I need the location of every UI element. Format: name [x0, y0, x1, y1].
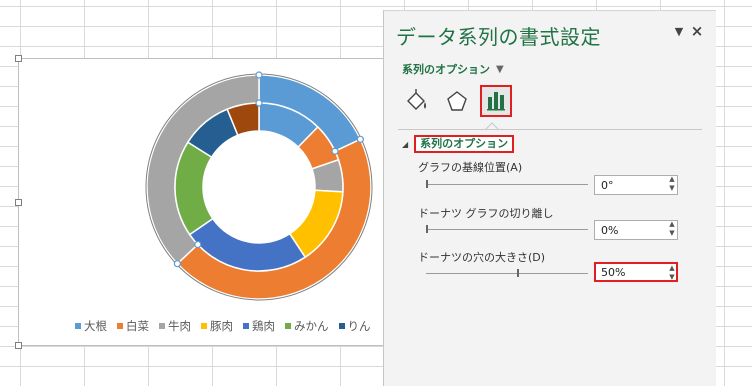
slice-selection-handle-0-1[interactable]: [255, 99, 263, 107]
slice-selection-handle-2-0[interactable]: [173, 260, 181, 268]
collapse-triangle-icon[interactable]: ◢: [402, 140, 408, 149]
donut-explosion-label: ドーナツ グラフの切り離し: [418, 207, 554, 220]
legend-swatch: [75, 323, 81, 329]
legend-label: みかん: [294, 319, 329, 333]
section-title[interactable]: 系列のオプション: [414, 135, 515, 153]
legend-swatch: [243, 323, 249, 329]
donut-explosion-spinner[interactable]: ▲ ▼: [666, 220, 678, 240]
baseline-position-spinner[interactable]: ▲ ▼: [666, 175, 678, 195]
slice-selection-handle-2-1[interactable]: [194, 240, 202, 249]
baseline-position-label: グラフの基線位置(A): [418, 161, 523, 174]
legend-label: 白菜: [126, 319, 149, 333]
pentagon-icon: [447, 91, 467, 111]
legend-item[interactable]: みかん: [285, 318, 329, 334]
chart-legend[interactable]: 大根 白菜 牛肉 豚肉 鶏肉 みかん りん: [75, 317, 415, 335]
donut-explosion-slider[interactable]: [426, 229, 588, 230]
tab-fill-line[interactable]: [402, 87, 432, 117]
slice-selection-handle-1-0[interactable]: [356, 135, 364, 143]
chevron-down-icon: ▼: [496, 63, 504, 75]
bar-chart-icon: [487, 92, 505, 111]
legend-label: 大根: [84, 319, 107, 333]
legend-item[interactable]: 大根: [75, 318, 107, 334]
resize-handle-tl[interactable]: [15, 55, 22, 62]
pane-divider: [398, 129, 702, 130]
legend-item[interactable]: 鶏肉: [243, 318, 275, 334]
slice-selection-handle-1-1[interactable]: [331, 147, 339, 155]
close-icon[interactable]: ×: [690, 23, 704, 39]
pane-title: データ系列の書式設定: [396, 25, 601, 49]
doughnut-chart[interactable]: [19, 59, 419, 347]
resize-handle-bl[interactable]: [15, 342, 22, 349]
tab-series-options[interactable]: [480, 85, 512, 117]
donut-hole-size-label: ドーナツの穴の大きさ(D): [418, 251, 546, 264]
legend-item[interactable]: りん: [338, 318, 371, 334]
legend-label: 牛肉: [168, 319, 191, 333]
section-header[interactable]: ◢ 系列のオプション: [402, 135, 515, 153]
donut-explosion-slider-thumb[interactable]: [426, 225, 428, 233]
legend-item[interactable]: 牛肉: [159, 318, 191, 334]
series-options-dropdown[interactable]: 系列のオプション ▼: [402, 61, 504, 77]
tab-effects[interactable]: [442, 87, 472, 117]
donut-hole-size-spinner[interactable]: ▲ ▼: [666, 264, 678, 284]
legend-label: 豚肉: [210, 319, 233, 333]
baseline-position-slider-thumb[interactable]: [426, 180, 428, 188]
paint-bucket-icon: [407, 89, 426, 110]
resize-handle-ml[interactable]: [15, 199, 22, 206]
legend-label: 鶏肉: [252, 319, 275, 333]
legend-swatch: [285, 323, 291, 329]
legend-swatch: [159, 323, 165, 329]
series-options-dropdown-label: 系列のオプション: [402, 63, 490, 76]
slice-selection-handle-0-0[interactable]: [255, 71, 263, 79]
donut-hole-size-slider[interactable]: [426, 273, 588, 274]
legend-item[interactable]: 豚肉: [201, 318, 233, 334]
pane-options-dropdown-icon[interactable]: ▼: [672, 25, 686, 39]
legend-label: りん: [347, 319, 371, 333]
donut-hole-size-slider-thumb[interactable]: [516, 269, 519, 277]
chart-area[interactable]: 大根 白菜 牛肉 豚肉 鶏肉 みかん りん: [15, 55, 419, 349]
format-data-series-pane: データ系列の書式設定 ▼ × 系列のオプション ▼ ◢ 系列のオプション グラフ…: [383, 10, 716, 386]
legend-item[interactable]: 白菜: [117, 318, 149, 334]
legend-swatch: [117, 323, 123, 329]
legend-swatch: [201, 323, 207, 329]
legend-swatch: [338, 323, 345, 329]
baseline-position-slider[interactable]: [426, 184, 588, 185]
